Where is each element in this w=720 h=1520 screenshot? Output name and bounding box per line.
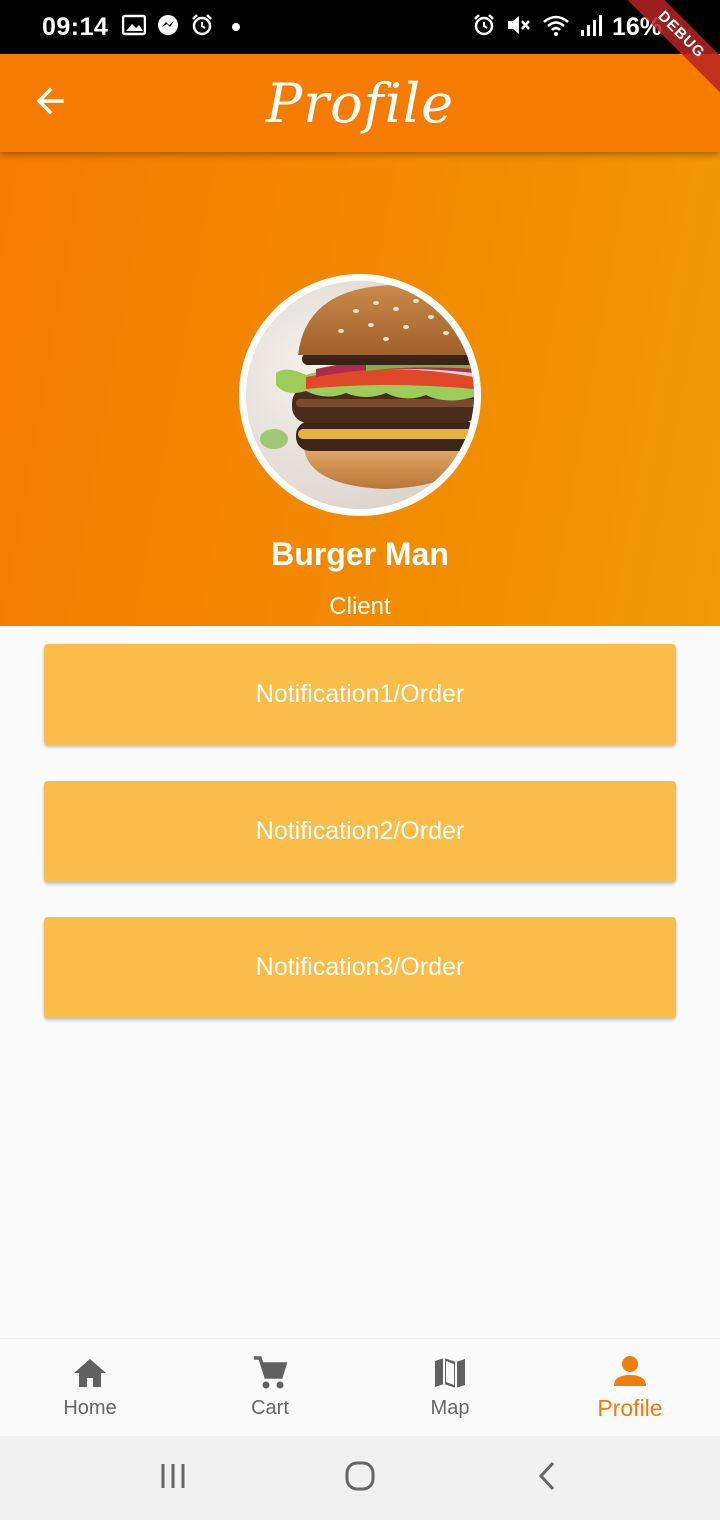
avatar xyxy=(246,281,474,509)
arrow-back-icon xyxy=(34,85,66,122)
back-system-button[interactable] xyxy=(517,1448,577,1508)
bottom-navigation: Home Cart Map Profile xyxy=(0,1338,720,1436)
status-time: 09:14 xyxy=(42,12,109,41)
nav-item-cart[interactable]: Cart xyxy=(180,1339,360,1436)
nav-label-home: Home xyxy=(63,1397,117,1419)
person-icon xyxy=(613,1353,647,1389)
profile-header: Burger Man Client xyxy=(0,152,720,626)
alarm-icon xyxy=(190,13,214,42)
nav-item-profile[interactable]: Profile xyxy=(540,1339,720,1436)
burger-image xyxy=(246,281,474,509)
app-bar: Profile xyxy=(0,54,720,152)
signal-icon xyxy=(580,13,602,42)
notification-1-button[interactable]: Notification1/Order xyxy=(44,644,676,745)
system-navigation xyxy=(0,1436,720,1520)
page-title: Profile xyxy=(265,71,455,135)
back-button[interactable] xyxy=(28,81,72,125)
recent-apps-button[interactable] xyxy=(143,1448,203,1508)
home-circle-icon xyxy=(344,1460,376,1497)
status-bar: 09:14 16% xyxy=(0,0,720,54)
nav-label-profile: Profile xyxy=(597,1395,663,1421)
nav-label-cart: Cart xyxy=(251,1397,289,1419)
messenger-icon xyxy=(156,13,180,42)
profile-role: Client xyxy=(329,593,391,620)
notification-dot-icon xyxy=(232,23,241,31)
map-icon xyxy=(433,1355,467,1391)
notification-2-button[interactable]: Notification2/Order xyxy=(44,781,676,882)
home-icon xyxy=(72,1355,108,1391)
mute-icon xyxy=(506,13,532,42)
gallery-icon xyxy=(122,14,147,41)
recent-apps-icon xyxy=(158,1461,188,1496)
avatar-ring xyxy=(239,274,481,516)
cart-icon xyxy=(252,1355,288,1391)
profile-name: Burger Man xyxy=(271,536,449,572)
home-system-button[interactable] xyxy=(330,1448,390,1508)
wifi-icon xyxy=(542,13,570,42)
chevron-left-icon xyxy=(535,1460,559,1497)
nav-item-home[interactable]: Home xyxy=(0,1339,180,1436)
notification-3-button[interactable]: Notification3/Order xyxy=(44,917,676,1018)
nav-label-map: Map xyxy=(430,1397,470,1419)
alarm-icon xyxy=(472,13,496,42)
nav-item-map[interactable]: Map xyxy=(360,1339,540,1436)
